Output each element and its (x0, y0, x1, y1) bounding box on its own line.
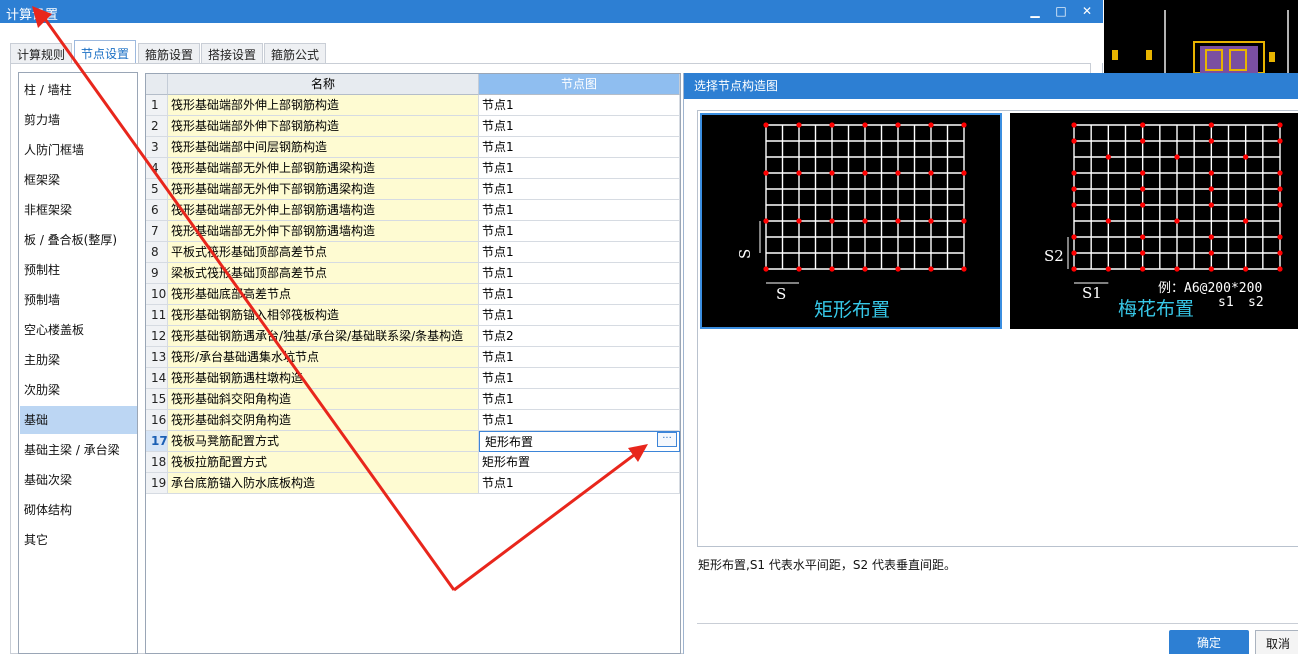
arrowhead-ellipsis-icon (628, 444, 648, 462)
annotation-arrow-to-ellipsis (453, 450, 639, 592)
annotation-arrows (32, 6, 648, 592)
annotation-arrow-to-title (38, 11, 456, 591)
